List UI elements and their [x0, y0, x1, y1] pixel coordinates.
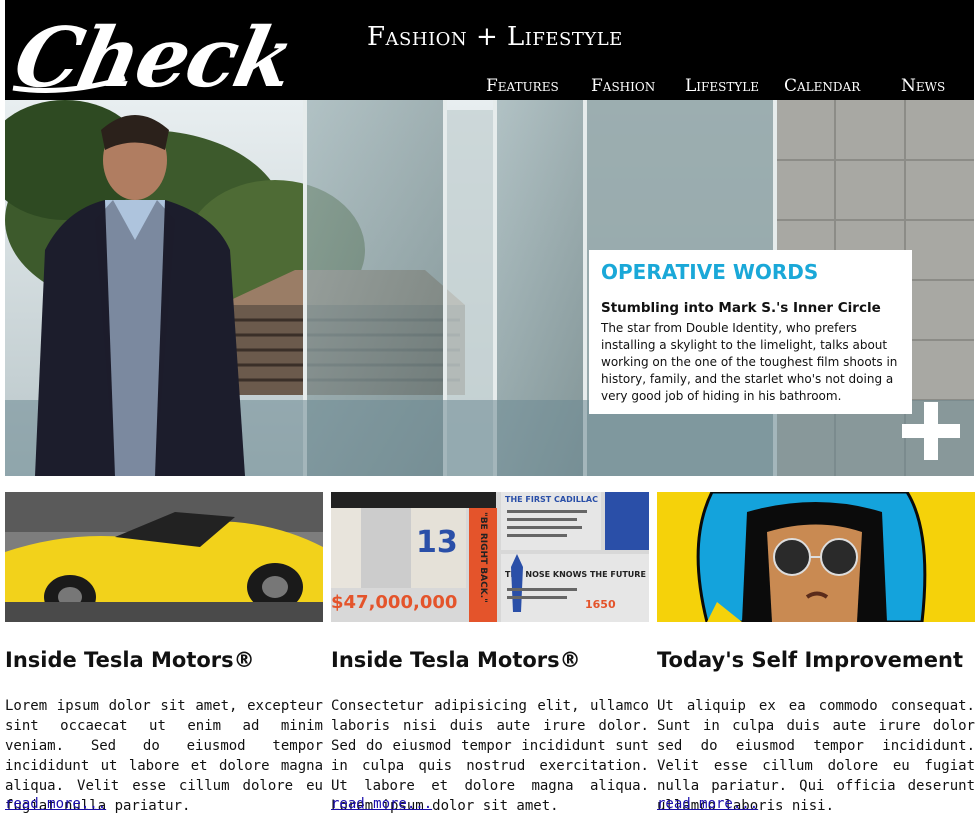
read-more-link[interactable]: read more...: [657, 796, 758, 812]
helmet-illustration-image[interactable]: [657, 492, 975, 622]
year-text: 1650: [585, 598, 616, 611]
plus-icon[interactable]: [902, 402, 960, 460]
read-more-link[interactable]: read more...: [331, 796, 432, 812]
tesla-car-image[interactable]: [5, 492, 323, 622]
check-logo[interactable]: Check: [5, 0, 365, 100]
nav-news[interactable]: News: [901, 76, 945, 96]
svg-text:Check: Check: [7, 9, 301, 100]
price-text: $47,000,000: [331, 592, 457, 613]
nav-features[interactable]: Features: [486, 76, 559, 96]
card-title[interactable]: Inside Tesla Motors®: [331, 648, 581, 672]
site-header: Check Fashion + Lifestyle Features Fashi…: [5, 0, 974, 100]
feature-callout[interactable]: OPERATIVE WORDS Stumbling into Mark S.'s…: [589, 250, 912, 414]
infographic-image[interactable]: 13 "BE RIGHT BACK." $47,000,000 THE FIRS…: [331, 492, 649, 622]
nav-calendar[interactable]: Calendar: [784, 76, 860, 96]
feature-summary: The star from Double Identity, who prefe…: [601, 321, 898, 403]
site-tagline: Fashion + Lifestyle: [367, 22, 623, 52]
infographic-headline-1: THE FIRST CADILLAC: [505, 495, 598, 504]
feature-title[interactable]: Stumbling into Mark S.'s Inner Circle: [601, 300, 881, 316]
feature-kicker: OPERATIVE WORDS: [601, 260, 819, 284]
card-title[interactable]: Inside Tesla Motors®: [5, 648, 255, 672]
quote-text: "BE RIGHT BACK.": [478, 512, 488, 603]
nav-fashion[interactable]: Fashion: [591, 76, 655, 96]
infographic-headline-2: THE NOSE KNOWS THE FUTURE: [505, 570, 646, 579]
big-number-text: 13: [416, 525, 458, 560]
nav-lifestyle[interactable]: Lifestyle: [685, 76, 759, 96]
hero-banner[interactable]: OPERATIVE WORDS Stumbling into Mark S.'s…: [5, 100, 974, 476]
read-more-link[interactable]: read more...: [5, 796, 106, 812]
card-title[interactable]: Today's Self Improvement: [657, 648, 963, 672]
